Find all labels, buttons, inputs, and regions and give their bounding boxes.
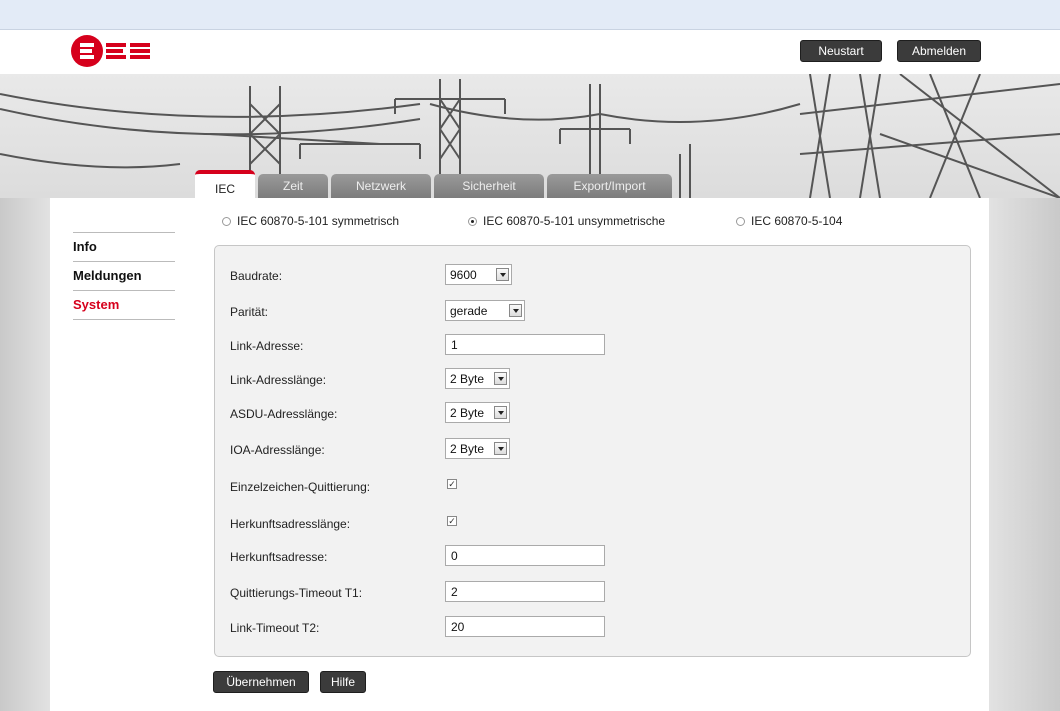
baudrate-select[interactable]: 9600: [445, 264, 512, 285]
logout-button[interactable]: Abmelden: [897, 40, 981, 62]
link-timeout-t2-input[interactable]: [445, 616, 605, 637]
origin-address-length-row: Herkunftsadresslänge: ✓: [230, 512, 930, 536]
browser-top-strip: [0, 0, 1060, 30]
origin-address-label: Herkunftsadresse:: [230, 550, 328, 564]
chevron-down-icon[interactable]: [494, 406, 507, 419]
protocol-option-label: IEC 60870-5-101 symmetrisch: [237, 214, 400, 228]
ioa-address-length-value: 2 Byte: [450, 441, 485, 456]
link-address-label: Link-Adresse:: [230, 339, 304, 353]
link-timeout-t2-label: Link-Timeout T2:: [230, 621, 320, 635]
protocol-option-104[interactable]: IEC 60870-5-104: [736, 214, 842, 228]
chevron-down-icon[interactable]: [494, 372, 507, 385]
ioa-address-length-row: IOA-Adresslänge: 2 Byte: [230, 438, 930, 462]
single-char-ack-label: Einzelzeichen-Quittierung:: [230, 480, 371, 494]
origin-address-length-checkbox[interactable]: ✓: [447, 516, 457, 526]
sidebar-nav: Info Meldungen System: [73, 232, 175, 320]
sidebar-item-info[interactable]: Info: [73, 233, 175, 262]
protocol-option-101-symmetric[interactable]: IEC 60870-5-101 symmetrisch: [222, 214, 399, 228]
ack-timeout-t1-label: Quittierungs-Timeout T1:: [230, 586, 363, 600]
right-gutter: [989, 198, 1060, 711]
tab-bar: IEC Zeit Netzwerk Sicherheit Export/Impo…: [195, 170, 675, 198]
asdu-address-length-row: ASDU-Adresslänge: 2 Byte: [230, 402, 930, 426]
link-address-row: Link-Adresse:: [230, 334, 930, 358]
app-header: Neustart Abmelden: [0, 30, 1060, 74]
sidebar-item-system[interactable]: System: [73, 291, 175, 320]
link-timeout-t2-row: Link-Timeout T2:: [230, 616, 930, 640]
origin-address-input[interactable]: [445, 545, 605, 566]
origin-address-row: Herkunftsadresse:: [230, 545, 930, 569]
left-gutter: [0, 198, 50, 711]
tab-iec[interactable]: IEC: [195, 170, 256, 198]
radio-button[interactable]: [736, 216, 745, 226]
tab-netzwerk[interactable]: Netzwerk: [331, 174, 432, 198]
link-address-length-row: Link-Adresslänge: 2 Byte: [230, 368, 930, 392]
protocol-option-label: IEC 60870-5-104: [751, 214, 843, 228]
chevron-down-icon[interactable]: [496, 268, 509, 281]
ioa-address-length-label: IOA-Adresslänge:: [230, 443, 325, 457]
baudrate-value: 9600: [450, 267, 477, 282]
link-address-length-select[interactable]: 2 Byte: [445, 368, 510, 389]
ack-timeout-t1-row: Quittierungs-Timeout T1:: [230, 581, 930, 605]
radio-button[interactable]: [222, 216, 231, 226]
parity-value: gerade: [450, 303, 488, 318]
single-char-ack-checkbox[interactable]: ✓: [447, 479, 457, 489]
parity-select[interactable]: gerade: [445, 300, 525, 321]
protocol-option-101-unsymmetric[interactable]: IEC 60870-5-101 unsymmetrische: [468, 214, 665, 228]
link-address-length-value: 2 Byte: [450, 371, 485, 386]
restart-button[interactable]: Neustart: [800, 40, 882, 62]
sidebar-item-meldungen[interactable]: Meldungen: [73, 262, 175, 291]
link-address-length-label: Link-Adresslänge:: [230, 373, 327, 387]
protocol-option-label: IEC 60870-5-101 unsymmetrische: [483, 214, 666, 228]
tab-sicherheit[interactable]: Sicherheit: [434, 174, 545, 198]
protocol-selector: IEC 60870-5-101 symmetrisch IEC 60870-5-…: [222, 214, 922, 234]
radio-button-selected[interactable]: [468, 216, 477, 226]
ack-timeout-t1-input[interactable]: [445, 581, 605, 602]
chevron-down-icon[interactable]: [494, 442, 507, 455]
asdu-address-length-select[interactable]: 2 Byte: [445, 402, 510, 423]
apply-button[interactable]: Übernehmen: [213, 671, 309, 693]
parity-label: Parität:: [230, 305, 269, 319]
single-char-ack-row: Einzelzeichen-Quittierung: ✓: [230, 475, 930, 499]
parity-row: Parität: gerade: [230, 300, 930, 324]
asdu-address-length-label: ASDU-Adresslänge:: [230, 407, 338, 421]
origin-address-length-label: Herkunftsadresslänge:: [230, 517, 351, 531]
tab-zeit[interactable]: Zeit: [258, 174, 329, 198]
baudrate-row: Baudrate: 9600: [230, 264, 930, 288]
baudrate-label: Baudrate:: [230, 269, 283, 283]
settings-panel: Baudrate: 9600 Parität: gerade Link-Adre…: [214, 245, 971, 657]
ioa-address-length-select[interactable]: 2 Byte: [445, 438, 510, 459]
asdu-address-length-value: 2 Byte: [450, 405, 485, 420]
chevron-down-icon[interactable]: [509, 304, 522, 317]
ees-logo: [70, 34, 152, 68]
help-button[interactable]: Hilfe: [320, 671, 366, 693]
link-address-input[interactable]: [445, 334, 605, 355]
tab-export-import[interactable]: Export/Import: [547, 174, 673, 198]
